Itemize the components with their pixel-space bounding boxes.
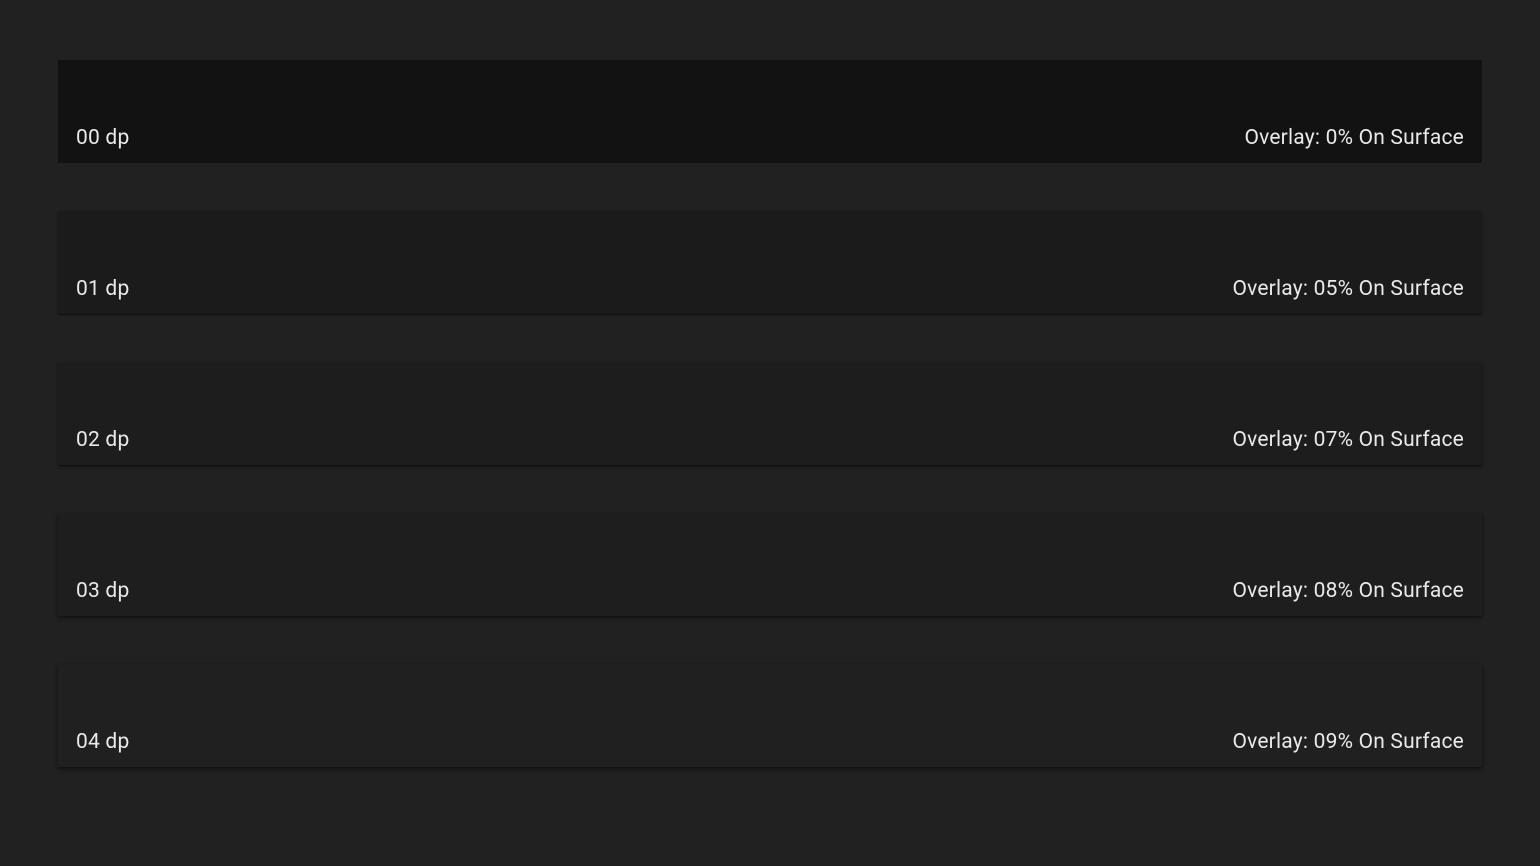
elevation-label: 03 dp [76,579,129,603]
elevation-label: 00 dp [76,126,129,150]
elevation-label: 01 dp [76,277,129,301]
elevation-row-04: 04 dp Overlay: 09% On Surface [58,664,1482,767]
elevation-row-01: 01 dp Overlay: 05% On Surface [58,211,1482,314]
overlay-label: Overlay: 0% On Surface [1244,126,1464,150]
elevation-row-00: 00 dp Overlay: 0% On Surface [58,60,1482,163]
overlay-label: Overlay: 07% On Surface [1232,428,1464,452]
overlay-label: Overlay: 09% On Surface [1232,730,1464,754]
elevation-label: 04 dp [76,730,129,754]
elevation-row-02: 02 dp Overlay: 07% On Surface [58,362,1482,465]
elevation-label: 02 dp [76,428,129,452]
elevation-row-03: 03 dp Overlay: 08% On Surface [58,513,1482,616]
overlay-label: Overlay: 08% On Surface [1232,579,1464,603]
overlay-label: Overlay: 05% On Surface [1232,277,1464,301]
